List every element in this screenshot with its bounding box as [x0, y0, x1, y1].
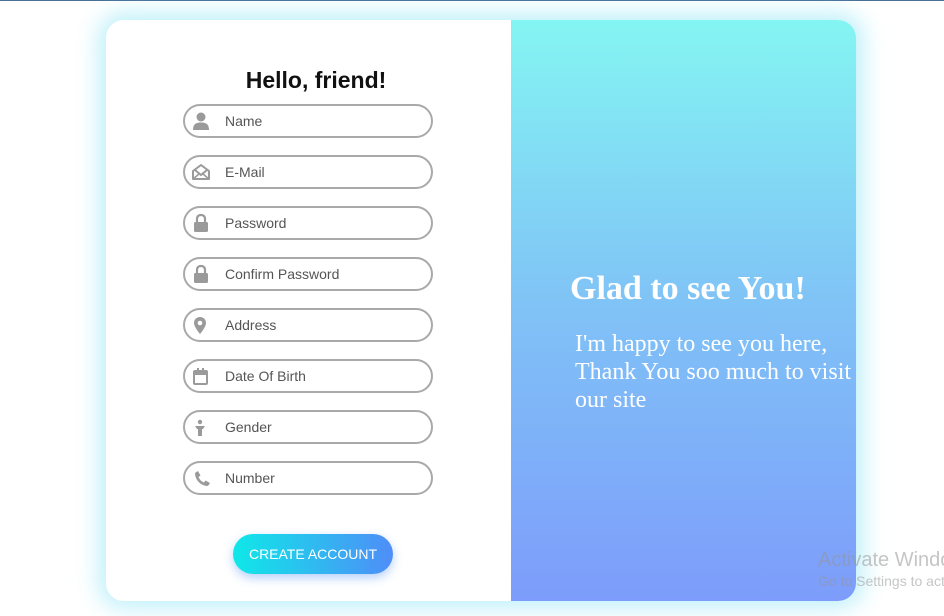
form-title: Hello, friend!: [245, 67, 387, 93]
signup-form: Hello, friend! Name E-Mail Address Date …: [106, 20, 511, 601]
signup-card: Hello, friend! Name E-Mail Address Date …: [106, 20, 856, 601]
lock-icon: [192, 213, 210, 233]
welcome-panel: Glad to see You! I'm happy to see you he…: [511, 20, 856, 601]
activate-windows-watermark: Activate Windows Go to Settings to activ…: [818, 548, 944, 590]
phone-icon: [192, 468, 210, 488]
map-pin-icon: [192, 315, 210, 335]
watermark-subtitle: Go to Settings to activate Windows.: [818, 573, 944, 589]
gender-input[interactable]: [225, 412, 425, 442]
email-input[interactable]: [225, 157, 425, 187]
name-input[interactable]: [225, 106, 425, 136]
number-input[interactable]: [225, 463, 425, 493]
date-of-birth-input[interactable]: [225, 361, 425, 391]
welcome-title: Glad to see You!: [570, 270, 806, 307]
number-field[interactable]: [183, 461, 433, 495]
user-icon: [192, 111, 210, 131]
address-input[interactable]: [225, 310, 425, 340]
gender-field[interactable]: [183, 410, 433, 444]
envelope-open-icon: [192, 162, 210, 182]
name-field[interactable]: [183, 104, 433, 138]
password-input[interactable]: [225, 208, 425, 238]
date-of-birth-field[interactable]: [183, 359, 433, 393]
confirm-password-field[interactable]: [183, 257, 433, 291]
watermark-title: Activate Windows: [818, 549, 944, 571]
welcome-message: I'm happy to see you here, Thank You soo…: [575, 331, 852, 413]
top-border-line: [0, 0, 944, 1]
email-field[interactable]: [183, 155, 433, 189]
password-field[interactable]: [183, 206, 433, 240]
create-account-button[interactable]: CREATE ACCOUNT: [233, 534, 393, 574]
confirm-password-input[interactable]: [225, 259, 425, 289]
address-field[interactable]: [183, 308, 433, 342]
calendar-icon: [192, 366, 210, 386]
person-icon: [192, 417, 210, 437]
lock-icon: [192, 264, 210, 284]
